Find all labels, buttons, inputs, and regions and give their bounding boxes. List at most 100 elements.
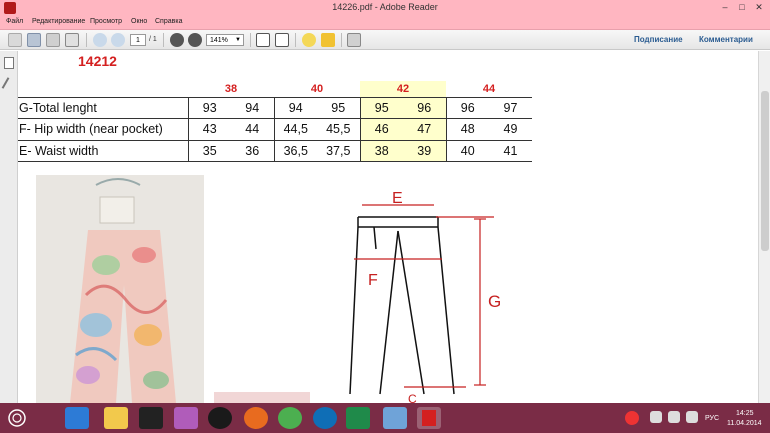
sign-tab[interactable]: Подписание xyxy=(634,35,683,44)
zoom-out-icon[interactable] xyxy=(170,33,184,47)
toolbar-separator xyxy=(295,33,296,47)
taskbar: РУС 14:25 11.04.2014 xyxy=(0,403,770,433)
fit-width-icon[interactable] xyxy=(275,33,289,47)
language-indicator[interactable]: РУС xyxy=(705,415,719,422)
media-icon[interactable] xyxy=(139,407,163,429)
table-row: G-Total lenght 93 94 94 95 95 96 96 97 xyxy=(18,96,532,119)
page-number-input[interactable]: 1 xyxy=(130,34,146,46)
pants-measurement-diagram: E F G C xyxy=(349,190,501,403)
cell: 48 xyxy=(445,118,489,140)
row-label: E- Waist width xyxy=(18,139,188,162)
app-icon[interactable] xyxy=(174,407,198,429)
close-button[interactable]: ✕ xyxy=(752,1,766,14)
row-label: F- Hip width (near pocket) xyxy=(18,118,188,140)
menu-window[interactable]: Окно xyxy=(131,18,147,25)
cell: 44,5 xyxy=(273,118,317,140)
toolbar: 1 / 1 141% ▼ Подписание Комментарии xyxy=(0,30,770,50)
scrollbar-thumb[interactable] xyxy=(761,91,769,251)
save-icon[interactable] xyxy=(27,33,41,47)
media-player-icon[interactable] xyxy=(208,407,232,429)
volume-icon[interactable] xyxy=(686,411,698,423)
menu-help[interactable]: Справка xyxy=(155,18,182,25)
diagram-label-f: F xyxy=(368,272,378,289)
cell: 95 xyxy=(317,96,360,119)
model-number: 14212 xyxy=(78,53,117,69)
chevron-down-icon: ▼ xyxy=(235,37,241,43)
cell: 40 xyxy=(445,139,489,162)
menu-bar: Файл Редактирование Просмотр Окно Справк… xyxy=(0,16,770,30)
pages-icon[interactable] xyxy=(4,57,14,69)
cell: 36 xyxy=(231,139,274,162)
size-header-row: 38 40 42 44 xyxy=(18,81,532,97)
firefox-icon[interactable] xyxy=(244,407,268,429)
product-photo xyxy=(36,175,204,403)
cell: 41 xyxy=(489,139,532,162)
size-header: 38 xyxy=(224,82,238,95)
cell: 44 xyxy=(231,118,274,140)
network-icon[interactable] xyxy=(668,411,680,423)
minimize-button[interactable]: – xyxy=(718,1,732,14)
highlight-icon[interactable] xyxy=(321,33,335,47)
diagram-label-e: E xyxy=(392,190,403,207)
cell: 95 xyxy=(359,96,403,119)
navigation-pane xyxy=(0,51,18,403)
product-photo-secondary xyxy=(214,392,310,403)
fit-page-icon[interactable] xyxy=(256,33,270,47)
size-header: 40 xyxy=(310,82,324,95)
hp-icon[interactable] xyxy=(313,407,337,429)
cell: 37,5 xyxy=(317,139,360,162)
alert-icon[interactable] xyxy=(625,411,639,425)
zoom-select[interactable]: 141% ▼ xyxy=(206,34,244,46)
tray-icon[interactable] xyxy=(650,411,662,423)
windows-start-icon[interactable] xyxy=(8,409,26,427)
cell: 49 xyxy=(489,118,532,140)
previous-page-icon[interactable] xyxy=(93,33,107,47)
cell: 93 xyxy=(187,96,231,119)
maximize-button[interactable]: □ xyxy=(735,1,749,14)
cell: 96 xyxy=(403,96,446,119)
file-explorer-icon[interactable] xyxy=(104,407,128,429)
excel-icon[interactable] xyxy=(346,407,370,429)
cell: 38 xyxy=(359,139,403,162)
comments-tab[interactable]: Комментарии xyxy=(699,35,753,44)
next-page-icon[interactable] xyxy=(111,33,125,47)
tool-icon[interactable] xyxy=(383,407,407,429)
title-bar: 14226.pdf - Adobe Reader – □ ✕ xyxy=(0,0,770,16)
share-icon[interactable] xyxy=(347,33,361,47)
toolbar-separator xyxy=(163,33,164,47)
cell: 39 xyxy=(403,139,446,162)
cell: 36,5 xyxy=(273,139,317,162)
email-icon[interactable] xyxy=(65,33,79,47)
menu-file[interactable]: Файл xyxy=(6,18,23,25)
vertical-scrollbar[interactable] xyxy=(758,51,770,403)
attachments-icon[interactable] xyxy=(1,77,17,93)
zoom-value: 141% xyxy=(210,37,228,44)
toolbar-separator xyxy=(250,33,251,47)
diagram-label-c: C xyxy=(408,392,417,403)
clock-time[interactable]: 14:25 xyxy=(736,410,754,417)
zoom-in-icon[interactable] xyxy=(188,33,202,47)
chrome-icon[interactable] xyxy=(278,407,302,429)
print-icon[interactable] xyxy=(46,33,60,47)
adobe-reader-taskbar-icon[interactable] xyxy=(417,407,441,429)
diagram-label-g: G xyxy=(488,292,501,311)
menu-view[interactable]: Просмотр xyxy=(90,18,122,25)
toolbar-separator xyxy=(341,33,342,47)
cell: 43 xyxy=(187,118,231,140)
size-table: 38 40 42 44 G-Total lenght 93 94 94 95 9… xyxy=(18,81,532,162)
cell: 47 xyxy=(403,118,446,140)
page-total: / 1 xyxy=(149,36,157,43)
ie-icon[interactable] xyxy=(65,407,89,429)
open-icon[interactable] xyxy=(8,33,22,47)
window-title: 14226.pdf - Adobe Reader xyxy=(332,2,438,12)
table-row: E- Waist width 35 36 36,5 37,5 38 39 40 … xyxy=(18,139,532,162)
cell: 94 xyxy=(273,96,317,119)
clock-date[interactable]: 11.04.2014 xyxy=(727,420,762,427)
menu-edit[interactable]: Редактирование xyxy=(32,18,85,25)
header-blank xyxy=(18,81,188,97)
row-label: G-Total lenght xyxy=(18,96,188,119)
comment-icon[interactable] xyxy=(302,33,316,47)
size-header: 42 xyxy=(360,81,446,97)
cell: 97 xyxy=(489,96,532,119)
cell: 35 xyxy=(187,139,231,162)
